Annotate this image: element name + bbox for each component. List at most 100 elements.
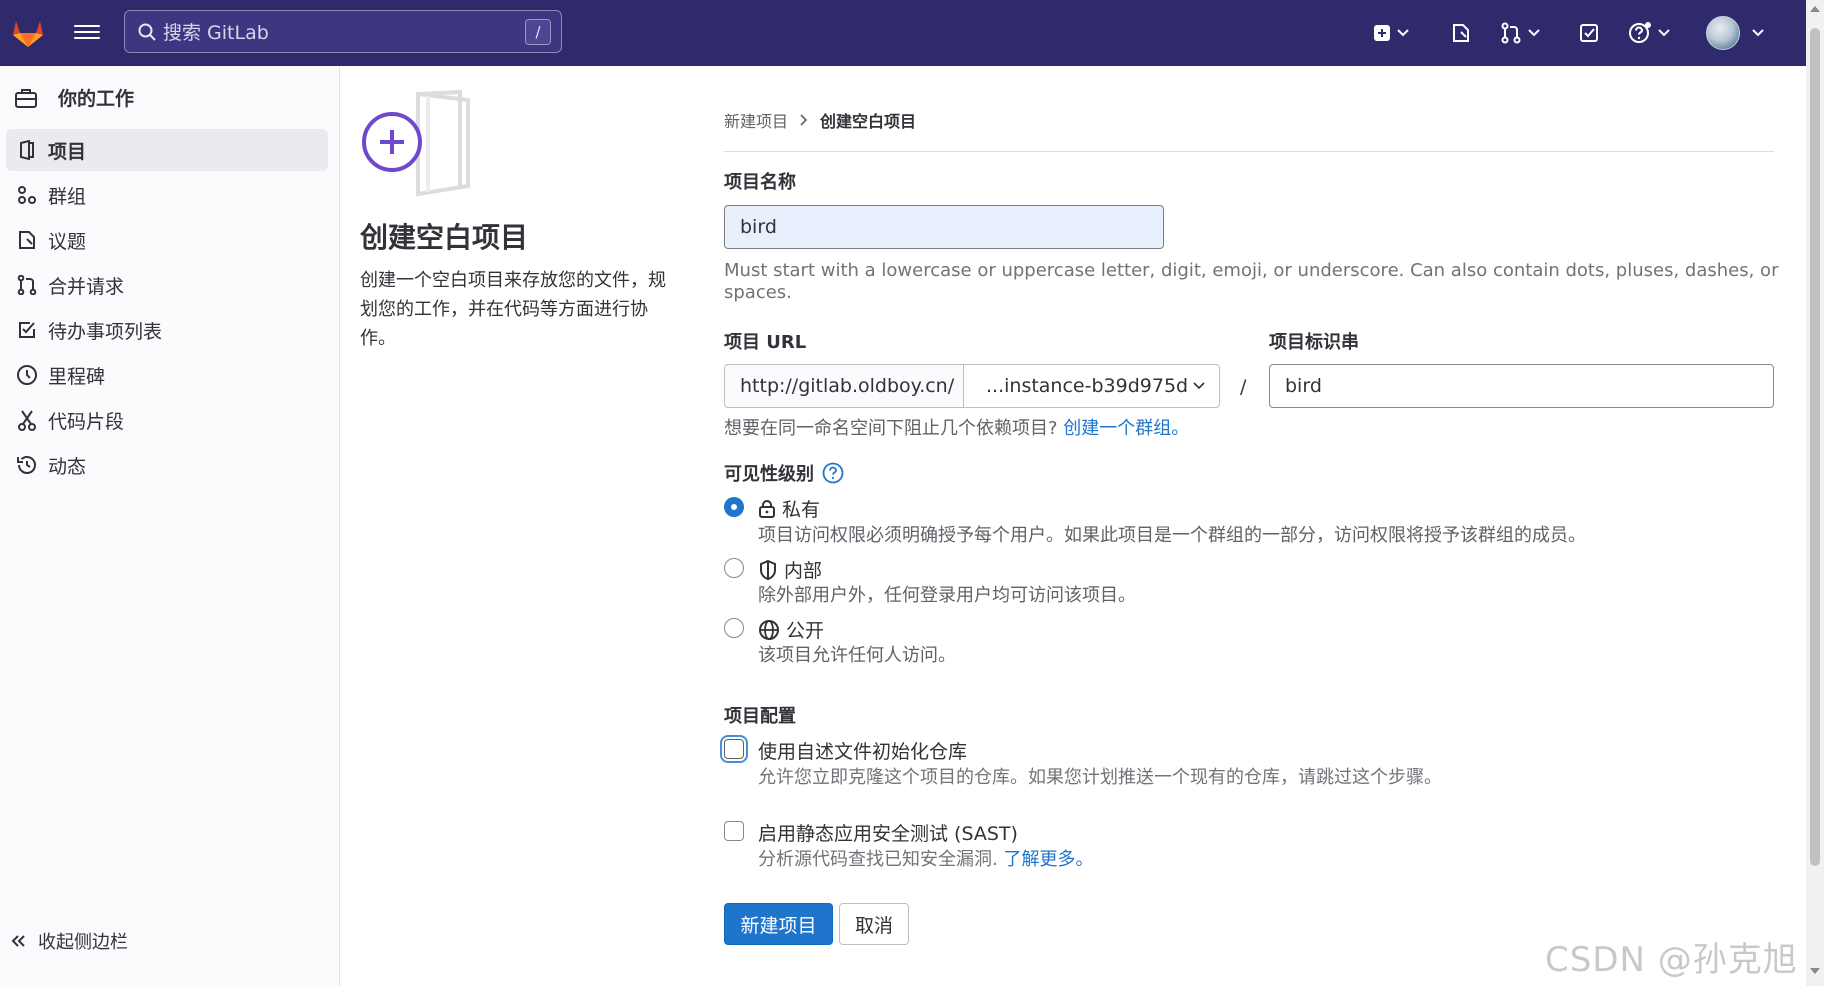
- visibility-private-description: 项目访问权限必须明确授予每个用户。如果此项目是一个群组的一部分，访问权限将授予该…: [758, 525, 1586, 546]
- visibility-private-option[interactable]: 私有: [758, 495, 820, 522]
- sidebar-item-label: 待办事项列表: [48, 320, 163, 343]
- help-dropdown[interactable]: [1628, 16, 1670, 50]
- enable-sast-label[interactable]: 启用静态应用安全测试 (SAST): [758, 819, 1018, 846]
- create-new-dropdown[interactable]: [1373, 16, 1409, 50]
- project-url-label: 项目 URL: [724, 332, 807, 353]
- sidebar-item-label: 里程碑: [48, 365, 106, 388]
- project-name-help: Must start with a lowercase or uppercase…: [724, 260, 1779, 303]
- sidebar-item-issues[interactable]: 议题: [6, 219, 328, 261]
- page-scrollbar[interactable]: [1806, 0, 1824, 986]
- sidebar-item-milestones[interactable]: 里程碑: [6, 354, 328, 396]
- enable-sast-checkbox[interactable]: [724, 821, 744, 841]
- sidebar-item-label: 项目: [48, 140, 87, 163]
- chevron-down-icon: [1193, 382, 1205, 390]
- init-readme-help: 允许您立即克隆这个项目的仓库。如果您计划推送一个现有的仓库，请跳过这个步骤。: [758, 767, 1442, 788]
- sidebar-header: 你的工作: [14, 84, 134, 111]
- chevron-down-icon: [1528, 29, 1540, 37]
- merge-request-icon: [17, 275, 37, 295]
- breadcrumb-new-project-link[interactable]: 新建项目: [724, 108, 788, 132]
- top-navbar: 搜索 GitLab /: [0, 0, 1806, 66]
- visibility-private-label: 私有: [782, 499, 821, 521]
- visibility-internal-radio[interactable]: [724, 558, 744, 578]
- hamburger-menu-icon[interactable]: [74, 21, 100, 43]
- breadcrumb: 新建项目 创建空白项目: [724, 108, 916, 132]
- sidebar-item-label: 代码片段: [48, 410, 125, 433]
- learn-more-link[interactable]: 了解更多。: [1003, 849, 1093, 870]
- scroll-down-arrow-icon[interactable]: [1810, 968, 1820, 974]
- issues-icon: [1453, 24, 1469, 42]
- user-menu-dropdown[interactable]: [1706, 16, 1764, 50]
- url-separator: /: [1240, 376, 1247, 398]
- plus-square-icon: [1374, 25, 1390, 41]
- todos-icon: [1580, 24, 1598, 42]
- help-icon: [1629, 22, 1651, 43]
- breadcrumb-current: 创建空白项目: [820, 112, 917, 131]
- sidebar: 你的工作 项目 群组 议题 合并请求 待办事项列表 里程碑 代码片段 动态 收起…: [0, 66, 340, 986]
- search-icon: [138, 23, 156, 41]
- sidebar-item-todos[interactable]: 待办事项列表: [6, 309, 328, 351]
- project-name-label: 项目名称: [724, 172, 796, 193]
- init-readme-label[interactable]: 使用自述文件初始化仓库: [758, 737, 967, 764]
- sidebar-item-snippets[interactable]: 代码片段: [6, 399, 328, 441]
- chevron-down-icon: [1658, 29, 1670, 37]
- visibility-public-label: 公开: [786, 620, 825, 642]
- visibility-public-option[interactable]: 公开: [758, 616, 824, 643]
- sidebar-item-groups[interactable]: 群组: [6, 174, 328, 216]
- init-readme-checkbox[interactable]: [724, 739, 744, 759]
- scroll-up-arrow-icon[interactable]: [1810, 6, 1820, 12]
- todos-nav-button[interactable]: [1578, 16, 1600, 50]
- avatar: [1706, 16, 1740, 50]
- activity-icon: [17, 456, 36, 474]
- project-slug-label: 项目标识串: [1269, 332, 1359, 353]
- search-placeholder: 搜索 GitLab: [163, 22, 269, 44]
- sidebar-item-label: 动态: [48, 455, 87, 478]
- double-chevron-left-icon: [11, 935, 25, 947]
- collapse-sidebar-button[interactable]: 收起侧边栏: [10, 928, 128, 954]
- scrollbar-thumb[interactable]: [1810, 28, 1820, 866]
- group-icon: [18, 186, 36, 204]
- divider: [724, 151, 1774, 152]
- create-group-link[interactable]: 创建一个群组。: [1063, 418, 1189, 439]
- merge-requests-dropdown[interactable]: [1500, 16, 1540, 50]
- visibility-label-row: 可见性级别: [724, 460, 844, 486]
- create-project-button[interactable]: 新建项目: [724, 903, 833, 945]
- project-slug-input[interactable]: bird: [1269, 364, 1774, 408]
- search-input[interactable]: 搜索 GitLab /: [124, 10, 562, 53]
- chevron-down-icon: [1397, 29, 1409, 37]
- namespace-select[interactable]: ...instance-b39d975d: [963, 364, 1220, 408]
- project-url-prefix: http://gitlab.oldboy.cn/: [724, 364, 964, 408]
- visibility-private-radio[interactable]: [724, 497, 744, 517]
- collapse-sidebar-label: 收起侧边栏: [38, 932, 128, 953]
- project-name-input[interactable]: bird: [724, 205, 1164, 249]
- visibility-internal-option[interactable]: 内部: [758, 556, 822, 583]
- blank-project-illustration-icon: [362, 89, 470, 197]
- snippet-icon: [18, 410, 36, 431]
- project-icon: [20, 140, 34, 160]
- watermark: CSDN @孙克旭: [1545, 940, 1798, 980]
- sidebar-item-projects[interactable]: 项目: [6, 129, 328, 171]
- milestone-icon: [17, 365, 37, 385]
- sidebar-title: 你的工作: [58, 88, 135, 110]
- visibility-public-description: 该项目允许任何人访问。: [758, 645, 956, 666]
- shield-icon: [760, 559, 776, 580]
- sidebar-item-activity[interactable]: 动态: [6, 444, 328, 486]
- visibility-internal-description: 除外部用户外，任何登录用户均可访问该项目。: [758, 585, 1136, 606]
- lock-icon: [759, 499, 775, 518]
- project-config-label: 项目配置: [724, 706, 796, 727]
- enable-sast-help-text: 分析源代码查找已知安全漏洞.: [758, 849, 998, 870]
- visibility-public-radio[interactable]: [724, 618, 744, 638]
- gitlab-logo-icon[interactable]: [10, 14, 46, 50]
- url-prefix-text: http://gitlab.oldboy.cn/: [740, 375, 955, 397]
- sidebar-item-merge-requests[interactable]: 合并请求: [6, 264, 328, 306]
- question-circle-icon[interactable]: [822, 462, 844, 484]
- chevron-right-icon: [800, 114, 808, 126]
- merge-requests-icon: [1501, 22, 1521, 44]
- cancel-button[interactable]: 取消: [839, 903, 909, 945]
- visibility-internal-label: 内部: [784, 560, 823, 582]
- issues-nav-button[interactable]: [1450, 16, 1472, 50]
- enable-sast-help: 分析源代码查找已知安全漏洞. 了解更多。: [758, 849, 1093, 871]
- sidebar-item-label: 议题: [48, 230, 87, 253]
- create-group-help: 想要在同一命名空间下阻止几个依赖项目? 创建一个群组。: [724, 418, 1189, 440]
- sidebar-item-label: 合并请求: [48, 275, 125, 298]
- search-shortcut-badge: /: [525, 19, 551, 45]
